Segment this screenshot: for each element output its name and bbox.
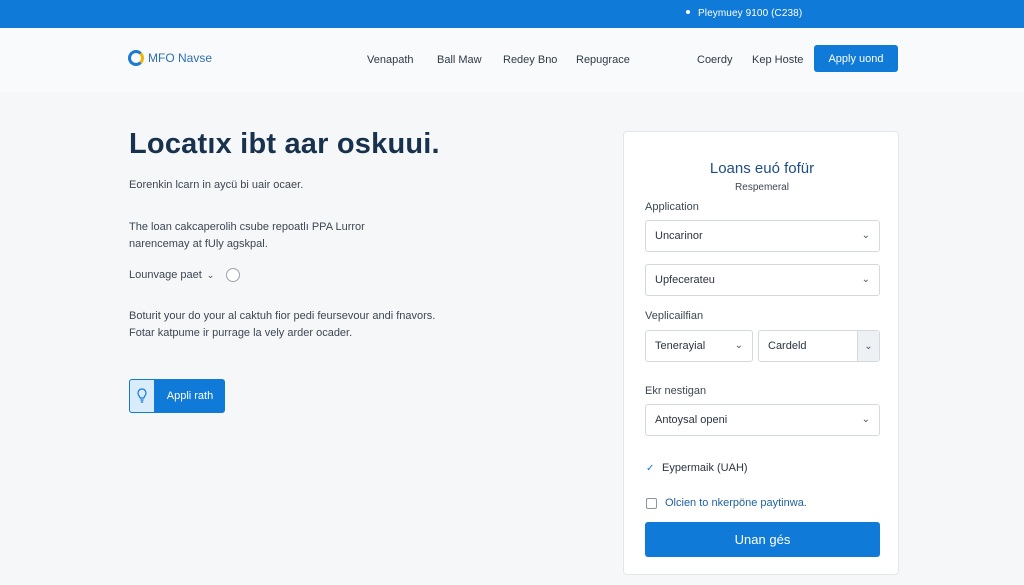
- select-value: Uncarinor: [655, 230, 703, 242]
- paragraph-line: Boturit your do your al caktuh fior pedi…: [129, 310, 436, 322]
- select-field-5[interactable]: Antoysal openi ⌄: [645, 404, 880, 436]
- apply-path-label: Appli rath: [166, 390, 214, 402]
- top-bar: Pleymuey 9100 (C238): [0, 0, 1024, 28]
- paragraph-line: Fotar katpume ir purrage la vely arder o…: [129, 327, 353, 339]
- paragraph-line: The loan cakcaperolih csube repoatlı PPA…: [129, 221, 365, 233]
- apply-header-button[interactable]: Apply uond: [814, 45, 898, 72]
- nav-link-4[interactable]: Repugrace: [576, 54, 630, 66]
- nav-link-right-1[interactable]: Coerdy: [697, 54, 732, 66]
- nav-link-2[interactable]: Ball Maw: [437, 54, 482, 66]
- select-field-3[interactable]: Tenerayial ⌄: [645, 330, 753, 362]
- select-value: Tenerayial: [655, 340, 706, 352]
- phone-text: Pleymuey 9100 (C238): [698, 8, 803, 19]
- page-headline: Locatıx ibt aar oskuui.: [129, 128, 440, 160]
- checkbox-label: Eypermaik (UAH): [662, 462, 748, 474]
- checkmark-icon: ✓: [646, 462, 655, 474]
- hero-paragraph-1: The loan cakcaperolih csube repoatlı PPA…: [129, 219, 365, 253]
- apply-path-button[interactable]: Appli rath: [129, 379, 225, 413]
- logo-icon: [128, 50, 144, 66]
- checkbox[interactable]: [646, 497, 657, 509]
- language-radio[interactable]: [226, 268, 241, 282]
- chevron-down-icon: ⌄: [206, 269, 215, 280]
- hero-paragraph-2: Boturit your do your al caktuh fior pedi…: [129, 308, 435, 342]
- checkbox-option-unchecked[interactable]: Olcien to nkerpöne paytinwa.: [646, 497, 807, 509]
- logo-text: MFO Navse: [148, 51, 213, 65]
- language-selector[interactable]: Lounvage paet ⌄: [129, 268, 241, 282]
- site-header: MFO Navse Venapath Ball Maw Redey Bno Re…: [0, 28, 1024, 92]
- paragraph-line: narencemay at fUly agskpal.: [129, 238, 268, 250]
- nav-link-3[interactable]: Redey Bno: [503, 54, 557, 66]
- submit-button[interactable]: Unan gés: [645, 522, 880, 557]
- loan-form-card: Loans euó fofür Respemeral Application U…: [623, 131, 899, 575]
- select-field-1[interactable]: Uncarinor ⌄: [645, 220, 880, 252]
- nav-link-right-2[interactable]: Kep Hoste: [752, 54, 803, 66]
- select-field-4[interactable]: Cardeld ⌄: [758, 330, 880, 362]
- section-label-extra: Ekr nestigan: [645, 385, 707, 397]
- form-title: Loans euó fofür: [709, 160, 815, 177]
- section-label-verification: Veplicailfian: [645, 310, 704, 322]
- hero-subtitle: Eorenkin lcarn in aycü bi uair ocaer.: [129, 179, 304, 191]
- logo[interactable]: MFO Navse: [128, 50, 212, 66]
- select-field-2[interactable]: Upfecerateu ⌄: [645, 264, 880, 296]
- chevron-down-icon: ⌄: [861, 230, 870, 241]
- select-value: Antoysal openi: [655, 414, 728, 426]
- checkbox-label: Olcien to nkerpöne paytinwa.: [665, 497, 807, 509]
- nav-link-1[interactable]: Venapath: [367, 54, 414, 66]
- chevron-down-icon: ⌄: [857, 331, 879, 361]
- language-label: Lounvage paet: [129, 269, 202, 281]
- select-value: Cardeld: [768, 340, 807, 352]
- chevron-down-icon: ⌄: [734, 340, 743, 351]
- checkbox-option-checked[interactable]: ✓ Eypermaik (UAH): [646, 462, 748, 474]
- phone-info[interactable]: Pleymuey 9100 (C238): [686, 8, 802, 19]
- chevron-down-icon: ⌄: [861, 274, 870, 285]
- section-label-application: Application: [645, 201, 699, 213]
- select-value: Upfecerateu: [655, 274, 715, 286]
- chevron-down-icon: ⌄: [861, 414, 870, 425]
- lightbulb-icon: [129, 379, 155, 413]
- form-subtitle: Respemeral: [735, 182, 789, 193]
- bullet-icon: [686, 10, 690, 15]
